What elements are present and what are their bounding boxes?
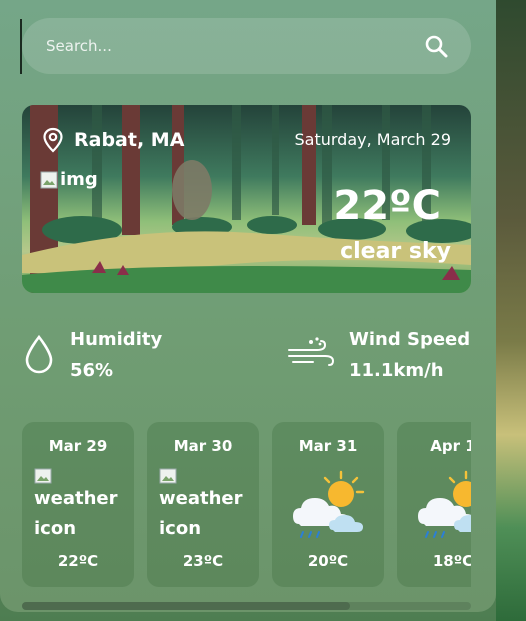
wind-speed-value: 11.1km/h [349,360,444,381]
forecast-temperature: 18ºC [432,552,471,570]
weather-card: Rabat, MA Saturday, March 29 img 22ºC cl… [0,0,496,612]
forecast-date: Apr 1 [430,437,471,455]
image-alt-text: icon [34,518,77,539]
forecast-temperature: 23ºC [182,552,224,570]
broken-image-icon [40,171,58,188]
forecast-date: Mar 31 [298,437,358,455]
weather-icon-image: weather icon [159,468,243,544]
forecast-date: Mar 30 [173,437,233,455]
wind-icon [288,337,335,366]
location-row: Rabat, MA [42,127,184,153]
forecast-date: Mar 29 [48,437,108,455]
current-date: Saturday, March 29 [294,130,452,149]
search-input[interactable] [44,36,423,56]
image-alt-text: icon [159,518,202,539]
forecast-temperature: 22ºC [57,552,99,570]
humidity-stat: Humidity 56% [24,328,162,384]
forecast-scrollbar[interactable] [22,602,471,610]
current-weather-image: img [40,169,98,190]
image-alt-text: weather [159,488,243,509]
forecast-day-card: Apr 1 18ºC [397,422,471,587]
sun-cloud-rain-icon [418,470,471,538]
image-alt-text: weather [34,488,118,509]
current-weather-panel: Rabat, MA Saturday, March 29 img 22ºC cl… [22,105,471,293]
forecast-day-card: Mar 29 weather icon 22ºC [22,422,134,587]
forecast-day-card: Mar 30 weather icon 23ºC [147,422,259,587]
forecast-list[interactable]: Mar 29 weather icon 22ºC Mar 30 weather … [22,422,471,587]
water-drop-icon [25,334,53,374]
search-button[interactable] [423,33,449,59]
page-background [496,0,526,621]
wind-speed-stat: Wind Speed 11.1km/h [287,328,470,384]
current-temperature: 22ºC [333,183,441,229]
broken-image-icon [34,468,52,484]
forecast-temperature: 20ºC [307,552,349,570]
map-pin-icon [43,127,63,153]
image-alt-text: img [60,169,98,190]
weather-description: clear sky [340,239,451,264]
search-bar [22,18,471,74]
search-icon [425,35,448,58]
humidity-label: Humidity [70,329,163,350]
broken-image-icon [159,468,177,484]
humidity-value: 56% [70,360,114,381]
sun-cloud-rain-icon [293,470,365,538]
location-name: Rabat, MA [74,129,185,151]
weather-icon-image: weather icon [34,468,118,544]
forecast-day-card: Mar 31 20ºC [272,422,384,587]
wind-speed-label: Wind Speed [349,329,471,350]
scrollbar-thumb[interactable] [22,602,350,610]
